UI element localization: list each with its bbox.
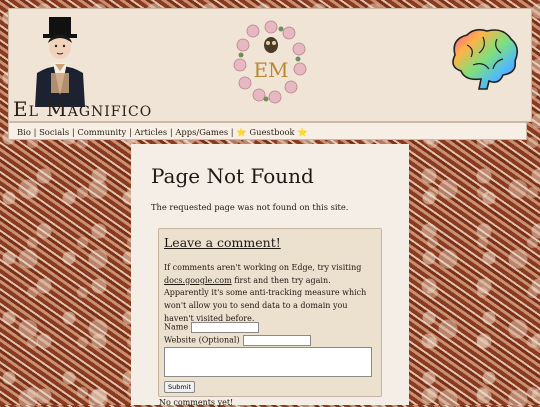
comment-form: Leave a comment! If comments aren't work… (158, 228, 382, 397)
submit-button[interactable]: Submit (164, 381, 196, 393)
name-label: Name (164, 322, 189, 332)
page-title: Page Not Found (151, 164, 314, 188)
main-content: Page Not Found The requested page was no… (131, 144, 409, 407)
nav-item-guestbook[interactable]: ⭐ Guestbook ⭐ (236, 127, 307, 137)
website-input[interactable] (242, 335, 311, 346)
website-label: Website (Optional) (164, 335, 240, 345)
rainbow-brain-icon (452, 28, 519, 90)
nav-item-bio[interactable]: Bio (17, 127, 31, 137)
comment-heading: Leave a comment! (164, 235, 281, 250)
comment-info: If comments aren't working on Edge, try … (164, 262, 376, 326)
comment-info-text: If comments aren't working on Edge, try … (164, 263, 362, 272)
name-row: Name (164, 322, 260, 333)
no-comments-text: No comments yet! (159, 398, 234, 407)
nav-separator: | (128, 127, 132, 137)
nav-separator: | (71, 127, 75, 137)
site-title: El Magnifico (13, 97, 153, 121)
message-textarea[interactable] (164, 347, 372, 377)
nav-separator: | (169, 127, 173, 137)
em-emblem: EM (233, 20, 307, 104)
page-description: The requested page was not found on this… (151, 202, 349, 212)
nav-item-community[interactable]: Community (77, 127, 126, 137)
docs-link[interactable]: docs.google.com (164, 276, 232, 285)
nav-separator: | (33, 127, 37, 137)
nav-item-articles[interactable]: Articles (134, 127, 167, 137)
nav-item-socials[interactable]: Socials (39, 127, 69, 137)
main-nav: Bio | Socials | Community | Articles | A… (8, 122, 527, 140)
name-input[interactable] (191, 322, 260, 333)
nav-item-apps-games[interactable]: Apps/Games (175, 127, 228, 137)
nav-separator: | (230, 127, 234, 137)
emblem-text: EM (253, 58, 288, 82)
website-row: Website (Optional) (164, 335, 311, 346)
portrait-avatar (35, 17, 85, 107)
site-header: EM El Magnifico (8, 8, 532, 122)
